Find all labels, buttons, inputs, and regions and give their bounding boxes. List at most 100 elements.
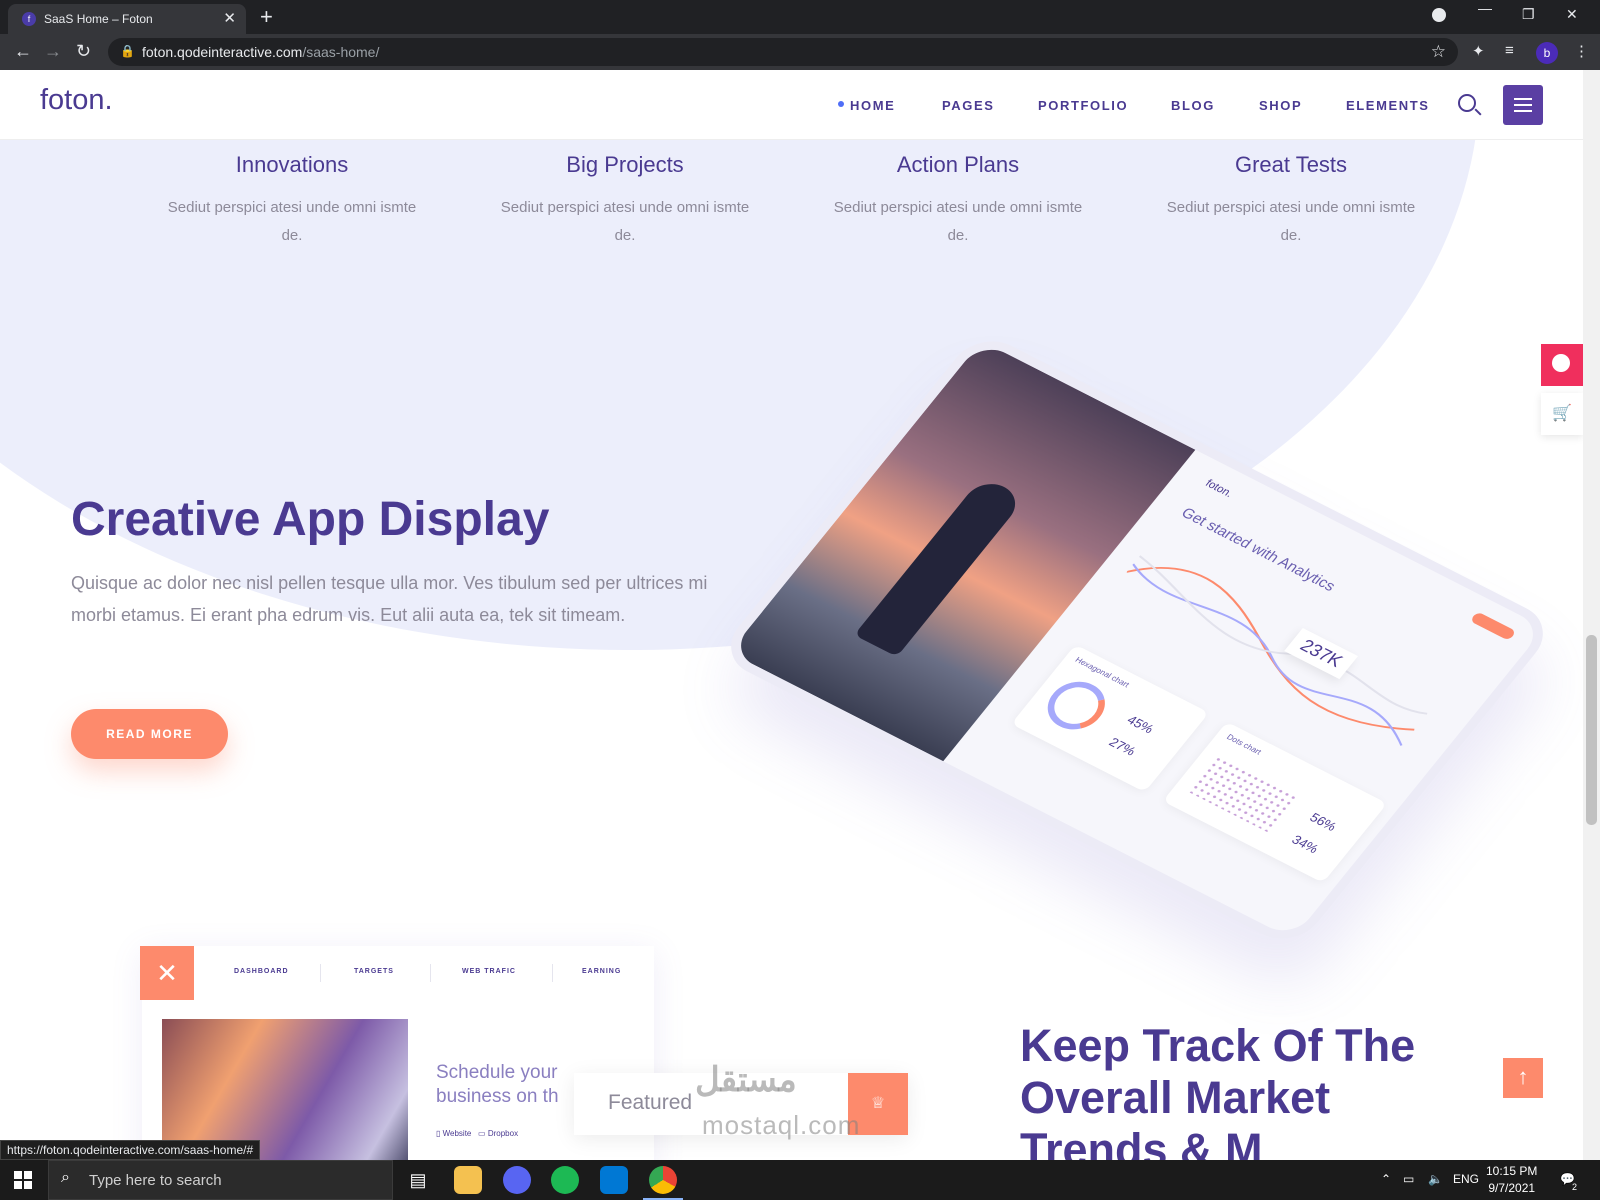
windows-start-icon[interactable]	[14, 1171, 32, 1189]
feature-title: Action Plans	[896, 152, 1020, 177]
card-value: 34%	[1288, 832, 1322, 857]
search-icon: ⌕	[61, 1169, 70, 1186]
divider	[430, 964, 431, 982]
tablet-cta	[1469, 611, 1517, 641]
site-logo[interactable]: foton.	[40, 84, 113, 117]
read-more-button[interactable]: READ MORE	[71, 709, 228, 759]
scrollbar-thumb[interactable]	[1586, 635, 1597, 825]
person-silhouette	[854, 476, 1026, 657]
close-icon[interactable]: ✕	[140, 946, 194, 1000]
discord-icon[interactable]	[503, 1166, 531, 1194]
hexagonal-chart-card: Hexagonal chart 45% 27%	[1011, 644, 1210, 793]
feature-title: Innovations	[235, 152, 349, 177]
hero-title: Creative App Display	[71, 493, 550, 546]
featured-label: Featured	[608, 1091, 693, 1114]
feature-big-projects: Big Projects Sediut perspici atesi unde …	[495, 152, 755, 250]
track-title: Keep Track Of The Overall Market Trends …	[1020, 1020, 1416, 1160]
tray-chevron-icon[interactable]: ⌃	[1381, 1172, 1391, 1186]
feature-title: Big Projects	[566, 152, 684, 177]
nav-home[interactable]: HOME	[850, 98, 895, 113]
tab-targets[interactable]: TARGETS	[354, 968, 394, 975]
nav-elements[interactable]: ELEMENTS	[1346, 98, 1430, 113]
close-tab-icon[interactable]: ✕	[223, 9, 236, 27]
watermark-text: mostaql.com	[702, 1110, 861, 1140]
reload-icon[interactable]: ↻	[76, 41, 91, 62]
active-nav-dot	[838, 101, 844, 107]
back-to-top-button[interactable]: ↑	[1503, 1058, 1543, 1098]
donut-chart	[1036, 673, 1117, 739]
cart-icon[interactable]: 🛒	[1541, 393, 1583, 435]
watermark-logo: مستقل	[695, 1061, 797, 1099]
link-website[interactable]: Website	[443, 1129, 472, 1138]
tab-web-trafic[interactable]: WEB TRAFIC	[462, 968, 516, 975]
dashboard-links: ▯ Website ▭ Dropbox	[436, 1129, 519, 1138]
browser-toolbar: ← → ↻ 🔒 foton.qodeinteractive.com/saas-h…	[0, 34, 1600, 70]
taskbar-clock[interactable]: 10:15 PM 9/7/2021	[1486, 1163, 1537, 1197]
canyon-image	[162, 1019, 408, 1160]
nav-blog[interactable]: BLOG	[1171, 98, 1215, 113]
card-value: 27%	[1106, 734, 1139, 759]
restore-icon[interactable]: ❐	[1522, 6, 1535, 23]
tab-dashboard[interactable]: DASHBOARD	[234, 968, 289, 975]
site-header: foton. HOME PAGES PORTFOLIO BLOG SHOP EL…	[0, 70, 1583, 140]
feature-title: Great Tests	[1234, 152, 1348, 177]
tab-title: SaaS Home – Foton	[44, 12, 153, 26]
clock-time: 10:15 PM	[1486, 1164, 1538, 1178]
tab-earning[interactable]: EARNING	[582, 968, 621, 975]
nav-portfolio[interactable]: PORTFOLIO	[1038, 98, 1128, 113]
tablet-logo: foton.	[1202, 477, 1236, 500]
spotify-icon[interactable]	[551, 1166, 579, 1194]
feature-text: Sediut perspici atesi unde omni ismte de…	[500, 199, 750, 244]
chrome-icon[interactable]	[649, 1166, 677, 1194]
nav-pages[interactable]: PAGES	[942, 98, 995, 113]
extensions-icon[interactable]: ✦	[1472, 42, 1485, 60]
chrome-menu-icon[interactable]: ⋮	[1574, 42, 1589, 60]
network-icon[interactable]: ▭	[1403, 1172, 1414, 1186]
page-scrollbar[interactable]	[1583, 70, 1600, 1160]
feature-text: Sediut perspici atesi unde omni ismte de…	[833, 199, 1083, 244]
link-dropbox[interactable]: Dropbox	[488, 1129, 518, 1138]
dashboard-tabs: DASHBOARD TARGETS WEB TRAFIC EARNING	[194, 968, 654, 982]
taskbar-search-input[interactable]: ⌕ Type here to search	[48, 1160, 393, 1200]
profile-avatar[interactable]: b	[1536, 42, 1558, 64]
new-tab-button[interactable]: +	[260, 4, 273, 30]
file-explorer-icon[interactable]	[454, 1166, 482, 1194]
window-close-icon[interactable]: ✕	[1566, 6, 1578, 23]
browser-tab[interactable]: f SaaS Home – Foton ✕	[8, 4, 246, 34]
page-viewport: foton. HOME PAGES PORTFOLIO BLOG SHOP EL…	[0, 70, 1583, 1160]
language-indicator[interactable]: ENG	[1453, 1172, 1479, 1186]
feature-great-tests: Great Tests Sediut perspici atesi unde o…	[1161, 152, 1421, 250]
tab-search-icon[interactable]	[1432, 8, 1446, 22]
nav-shop[interactable]: SHOP	[1259, 98, 1302, 113]
address-url: foton.qodeinteractive.com/saas-home/	[142, 44, 380, 60]
feature-text: Sediut perspici atesi unde omni ismte de…	[1166, 199, 1416, 244]
forward-icon[interactable]: →	[44, 41, 62, 62]
card-caption: Dots chart	[1224, 732, 1264, 757]
media-control-icon[interactable]: ≡	[1505, 42, 1514, 59]
feature-text: Sediut perspici atesi unde omni ismte de…	[167, 199, 417, 244]
back-icon[interactable]: ←	[14, 41, 32, 62]
volume-icon[interactable]: 🔈	[1428, 1172, 1443, 1186]
search-placeholder: Type here to search	[89, 1172, 222, 1189]
bookmark-star-icon[interactable]: ☆	[1431, 42, 1446, 62]
address-bar[interactable]: 🔒 foton.qodeinteractive.com/saas-home/ ☆	[108, 38, 1458, 66]
search-icon[interactable]	[1458, 94, 1476, 112]
task-view-icon[interactable]: ▤	[404, 1166, 432, 1194]
minimize-icon[interactable]: —	[1478, 0, 1492, 16]
card-value: 45%	[1124, 712, 1157, 737]
foton-favicon-icon: f	[22, 12, 36, 26]
hero-text: Quisque ac dolor nec nisl pellen tesque …	[71, 573, 708, 625]
browser-tab-strip: f SaaS Home – Foton ✕ + — ❐ ✕	[0, 0, 1600, 34]
schedule-text: Schedule your business on th	[436, 1062, 559, 1107]
chat-widget-icon[interactable]	[1541, 344, 1583, 386]
lock-icon: 🔒	[120, 44, 135, 58]
divider	[320, 964, 321, 982]
clock-date: 9/7/2021	[1488, 1181, 1536, 1195]
status-url-tooltip: https://foton.qodeinteractive.com/saas-h…	[0, 1140, 261, 1160]
hamburger-menu-button[interactable]	[1503, 85, 1543, 125]
dots-chart	[1187, 755, 1298, 833]
card-value: 56%	[1306, 810, 1340, 834]
feature-innovations: Innovations Sediut perspici atesi unde o…	[162, 152, 422, 250]
vscode-icon[interactable]	[600, 1166, 628, 1194]
windows-taskbar: ⌕ Type here to search ▤ ⌃ ▭ 🔈 ENG 10:15 …	[0, 1160, 1600, 1200]
